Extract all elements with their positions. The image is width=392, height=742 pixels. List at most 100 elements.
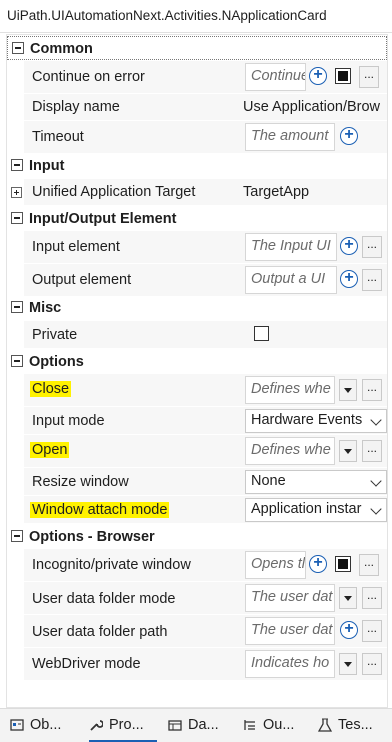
dropdown-arrow-icon[interactable] xyxy=(339,587,357,609)
tab-label: Tes... xyxy=(338,717,373,733)
property-row-continue-on-error: Continue on error Continue + ... xyxy=(24,61,387,94)
window-attach-mode-select[interactable]: Application instar xyxy=(245,498,387,522)
ellipsis-button[interactable]: ... xyxy=(362,440,382,462)
expand-icon[interactable] xyxy=(11,187,22,198)
resize-window-select[interactable]: None xyxy=(245,470,387,494)
category-common[interactable]: Common xyxy=(7,36,387,60)
property-row-input-element: Input element The Input UI + ... xyxy=(24,231,387,264)
property-row-private: Private xyxy=(24,321,387,349)
property-name: Output element xyxy=(32,272,132,288)
category-label: Options - Browser xyxy=(29,529,155,545)
output-element-input[interactable]: Output a UI xyxy=(245,266,337,294)
ellipsis-button[interactable]: ... xyxy=(362,587,382,609)
tab-label: Ob... xyxy=(30,717,62,733)
category-label: Input xyxy=(29,158,65,174)
property-name: WebDriver mode xyxy=(32,656,141,672)
ellipsis-button[interactable]: ... xyxy=(359,554,379,576)
bottom-tab-bar: Ob... Pro... Da... Ou... Tes... xyxy=(0,708,392,742)
property-row-user-data-folder-mode: User data folder mode The user dat ... xyxy=(24,582,387,615)
collapse-icon[interactable] xyxy=(11,530,23,542)
property-row-close: Close Defines whe ... xyxy=(24,374,387,407)
literal-toggle-icon[interactable] xyxy=(335,68,351,84)
dropdown-arrow-icon[interactable] xyxy=(339,379,357,401)
property-row-timeout: Timeout The amount + xyxy=(24,121,387,154)
add-variable-icon[interactable]: + xyxy=(340,270,358,288)
activity-type-title: UiPath.UIAutomationNext.Activities.NAppl… xyxy=(7,8,327,23)
tab-label: Da... xyxy=(188,717,219,733)
category-label: Input/Output Element xyxy=(29,211,177,227)
add-variable-icon[interactable]: + xyxy=(309,67,327,85)
add-variable-icon[interactable]: + xyxy=(340,621,358,639)
property-name: Private xyxy=(32,327,78,343)
tab-object-repository[interactable]: Ob... xyxy=(10,709,76,742)
input-element-input[interactable]: The Input UI xyxy=(245,233,337,261)
category-input[interactable]: Input xyxy=(7,154,387,178)
user-data-folder-mode-input[interactable]: The user dat xyxy=(245,584,335,612)
dropdown-arrow-icon[interactable] xyxy=(339,440,357,462)
property-row-incognito: Incognito/private window Opens tl + ... xyxy=(24,549,387,582)
property-name: Input element xyxy=(32,239,120,255)
ellipsis-button[interactable]: ... xyxy=(362,620,382,642)
continue-on-error-input[interactable]: Continue xyxy=(245,63,306,91)
property-row-unified-target: Unified Application Target TargetApp xyxy=(11,179,387,206)
collapse-icon[interactable] xyxy=(11,355,23,367)
add-variable-icon[interactable]: + xyxy=(309,555,327,573)
property-name: Unified Application Target xyxy=(32,184,196,200)
collapse-icon[interactable] xyxy=(11,159,23,171)
outline-icon xyxy=(244,720,255,730)
property-row-display-name: Display name Use Application/Brow xyxy=(24,94,387,121)
timeout-input[interactable]: The amount xyxy=(245,123,335,151)
tab-test-explorer[interactable]: Tes... xyxy=(318,709,384,742)
collapse-icon[interactable] xyxy=(12,42,24,54)
property-row-open: Open Defines whe ... xyxy=(24,435,387,468)
chevron-down-icon xyxy=(370,414,382,426)
property-name: User data folder mode xyxy=(32,591,176,607)
property-row-webdriver-mode: WebDriver mode Indicates ho ... xyxy=(24,648,387,681)
add-variable-icon[interactable]: + xyxy=(340,127,358,145)
category-options-browser[interactable]: Options - Browser xyxy=(7,525,387,549)
object-repository-icon xyxy=(10,719,24,731)
literal-toggle-icon[interactable] xyxy=(335,556,351,572)
user-data-folder-path-input[interactable]: The user dat xyxy=(245,617,335,645)
wrench-icon xyxy=(90,720,103,731)
close-input[interactable]: Defines whe xyxy=(245,376,335,404)
property-name: Incognito/private window xyxy=(32,557,191,573)
test-explorer-icon xyxy=(318,718,332,732)
ellipsis-button[interactable]: ... xyxy=(362,379,382,401)
dropdown-arrow-icon[interactable] xyxy=(339,653,357,675)
select-value: None xyxy=(251,473,286,489)
input-mode-select[interactable]: Hardware Events xyxy=(245,409,387,433)
property-name: Input mode xyxy=(32,413,105,429)
property-row-user-data-folder-path: User data folder path The user dat + ... xyxy=(24,615,387,648)
tab-data-manager[interactable]: Da... xyxy=(168,709,230,742)
display-name-value[interactable]: Use Application/Brow xyxy=(243,99,387,115)
collapse-icon[interactable] xyxy=(11,212,23,224)
ellipsis-button[interactable]: ... xyxy=(362,236,382,258)
panel-header: UiPath.UIAutomationNext.Activities.NAppl… xyxy=(0,0,392,33)
property-name: Close xyxy=(30,381,72,397)
tab-outline[interactable]: Ou... xyxy=(243,709,305,742)
category-misc[interactable]: Misc xyxy=(7,296,387,320)
unified-target-value[interactable]: TargetApp xyxy=(243,184,383,200)
tab-label: Pro... xyxy=(109,717,144,733)
chevron-down-icon xyxy=(370,475,382,487)
category-input-output-element[interactable]: Input/Output Element xyxy=(7,207,387,231)
webdriver-mode-input[interactable]: Indicates ho xyxy=(245,650,335,678)
property-row-window-attach-mode: Window attach mode Application instar xyxy=(24,496,387,524)
category-label: Misc xyxy=(29,300,62,316)
collapse-icon[interactable] xyxy=(11,301,23,313)
category-options[interactable]: Options xyxy=(7,350,387,374)
property-name: Window attach mode xyxy=(30,502,170,518)
ellipsis-button[interactable]: ... xyxy=(359,66,379,88)
property-row-output-element: Output element Output a UI + ... xyxy=(24,264,387,297)
category-label: Options xyxy=(29,354,84,370)
private-checkbox[interactable] xyxy=(254,326,269,341)
property-row-resize-window: Resize window None xyxy=(24,468,387,496)
open-input[interactable]: Defines whe xyxy=(245,437,335,465)
property-name: Open xyxy=(30,442,70,458)
add-variable-icon[interactable]: + xyxy=(340,237,358,255)
ellipsis-button[interactable]: ... xyxy=(362,269,382,291)
tab-properties[interactable]: Pro... xyxy=(89,709,157,742)
ellipsis-button[interactable]: ... xyxy=(362,653,382,675)
incognito-input[interactable]: Opens tl xyxy=(245,551,306,579)
